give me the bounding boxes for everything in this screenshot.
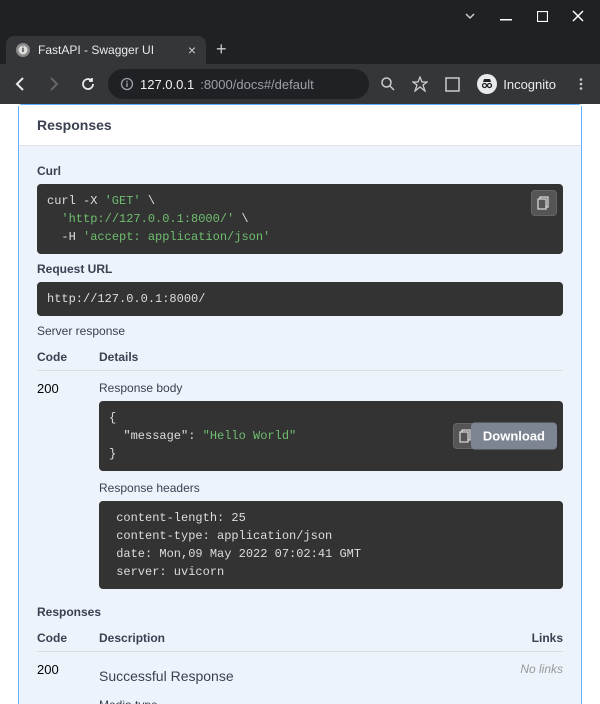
svg-text:i: i	[22, 47, 24, 54]
curl-text: 'accept: application/json'	[83, 230, 270, 244]
forward-button[interactable]	[40, 70, 68, 98]
menu-icon[interactable]	[568, 71, 594, 97]
response-headers-label: Response headers	[99, 481, 563, 495]
curl-text: curl -X	[47, 194, 105, 208]
media-type-label: Media type	[99, 698, 563, 704]
response-details: Response body { "message": "Hello World"…	[99, 381, 563, 589]
server-response-row: 200 Response body { "message": "Hello Wo…	[37, 381, 563, 589]
operation-block: Responses Curl curl -X 'GET' \ 'http://1…	[18, 104, 582, 704]
col-details-label: Details	[99, 350, 563, 364]
curl-text	[47, 212, 61, 226]
extensions-icon[interactable]	[439, 71, 465, 97]
hdr-text: server: uvicorn	[109, 565, 231, 579]
responses-section-header: Responses	[19, 105, 581, 146]
rb-text: "Hello World"	[203, 429, 297, 443]
curl-text: \	[141, 194, 155, 208]
server-response-head: Code Details	[37, 350, 563, 371]
doc-responses-head: Code Description Links	[37, 631, 563, 652]
tab-strip: i FastAPI - Swagger UI × +	[0, 32, 600, 64]
browser-tab[interactable]: i FastAPI - Swagger UI ×	[6, 36, 206, 64]
col-code-label: Code	[37, 350, 99, 364]
rb-text: "message"	[109, 429, 188, 443]
curl-label: Curl	[37, 164, 563, 178]
rb-text: }	[109, 447, 116, 461]
back-button[interactable]	[6, 70, 34, 98]
rb-text: {	[109, 411, 116, 425]
curl-text: 'GET'	[105, 194, 141, 208]
window-titlebar	[0, 0, 600, 32]
incognito-icon	[477, 74, 497, 94]
operation-body: Curl curl -X 'GET' \ 'http://127.0.0.1:8…	[19, 146, 581, 704]
favicon-icon: i	[16, 43, 30, 57]
hdr-text: date: Mon,09 May 2022 07:02:41 GMT	[109, 547, 368, 561]
browser-toolbar: 127.0.0.1 :8000/docs#/default Incognito	[0, 64, 600, 104]
url-path: :8000/docs#/default	[200, 77, 313, 92]
url-host: 127.0.0.1	[140, 77, 194, 92]
window-maximize-button[interactable]	[524, 2, 560, 30]
rb-text: :	[188, 429, 202, 443]
status-code: 200	[37, 381, 99, 589]
incognito-indicator[interactable]: Incognito	[471, 74, 562, 94]
zoom-icon[interactable]	[375, 71, 401, 97]
bookmark-icon[interactable]	[407, 71, 433, 97]
col-description-label: Description	[99, 631, 503, 645]
curl-text: -H	[47, 230, 83, 244]
request-url-label: Request URL	[37, 262, 563, 276]
response-headers: content-length: 25 content-type: applica…	[99, 501, 563, 589]
request-url-value: http://127.0.0.1:8000/	[37, 282, 563, 316]
download-button[interactable]: Download	[471, 423, 557, 450]
response-body: { "message": "Hello World" } Download	[99, 401, 563, 471]
tab-title: FastAPI - Swagger UI	[38, 43, 154, 57]
new-tab-button[interactable]: +	[206, 35, 237, 64]
window-minimize-button[interactable]	[488, 2, 524, 30]
curl-text: 'http://127.0.0.1:8000/'	[61, 212, 234, 226]
tab-close-icon[interactable]: ×	[188, 42, 196, 58]
no-links-text: No links	[503, 662, 563, 676]
window-caret-icon[interactable]	[452, 2, 488, 30]
curl-command: curl -X 'GET' \ 'http://127.0.0.1:8000/'…	[37, 184, 563, 254]
col-code-label: Code	[37, 631, 99, 645]
copy-curl-button[interactable]	[531, 190, 557, 216]
col-links-label: Links	[503, 631, 563, 645]
successful-response-title: Successful Response	[99, 668, 563, 684]
curl-text: \	[234, 212, 248, 226]
response-body-label: Response body	[99, 381, 563, 395]
request-url-text: http://127.0.0.1:8000/	[47, 292, 205, 306]
incognito-label: Incognito	[503, 77, 556, 92]
reload-button[interactable]	[74, 70, 102, 98]
doc-responses-row: 200 No links Successful Response Media t…	[37, 662, 563, 704]
server-response-label: Server response	[37, 324, 563, 338]
doc-status-code: 200	[37, 662, 99, 704]
page-viewport[interactable]: Responses Curl curl -X 'GET' \ 'http://1…	[0, 104, 600, 704]
address-bar[interactable]: 127.0.0.1 :8000/docs#/default	[108, 69, 369, 99]
responses-title: Responses	[37, 117, 563, 133]
doc-responses-label: Responses	[37, 605, 563, 619]
hdr-text: content-length: 25	[109, 511, 253, 525]
hdr-text: content-type: application/json	[109, 529, 339, 543]
window-close-button[interactable]	[560, 2, 596, 30]
doc-description: No links Successful Response Media type …	[99, 662, 563, 704]
site-info-icon[interactable]	[120, 77, 134, 91]
